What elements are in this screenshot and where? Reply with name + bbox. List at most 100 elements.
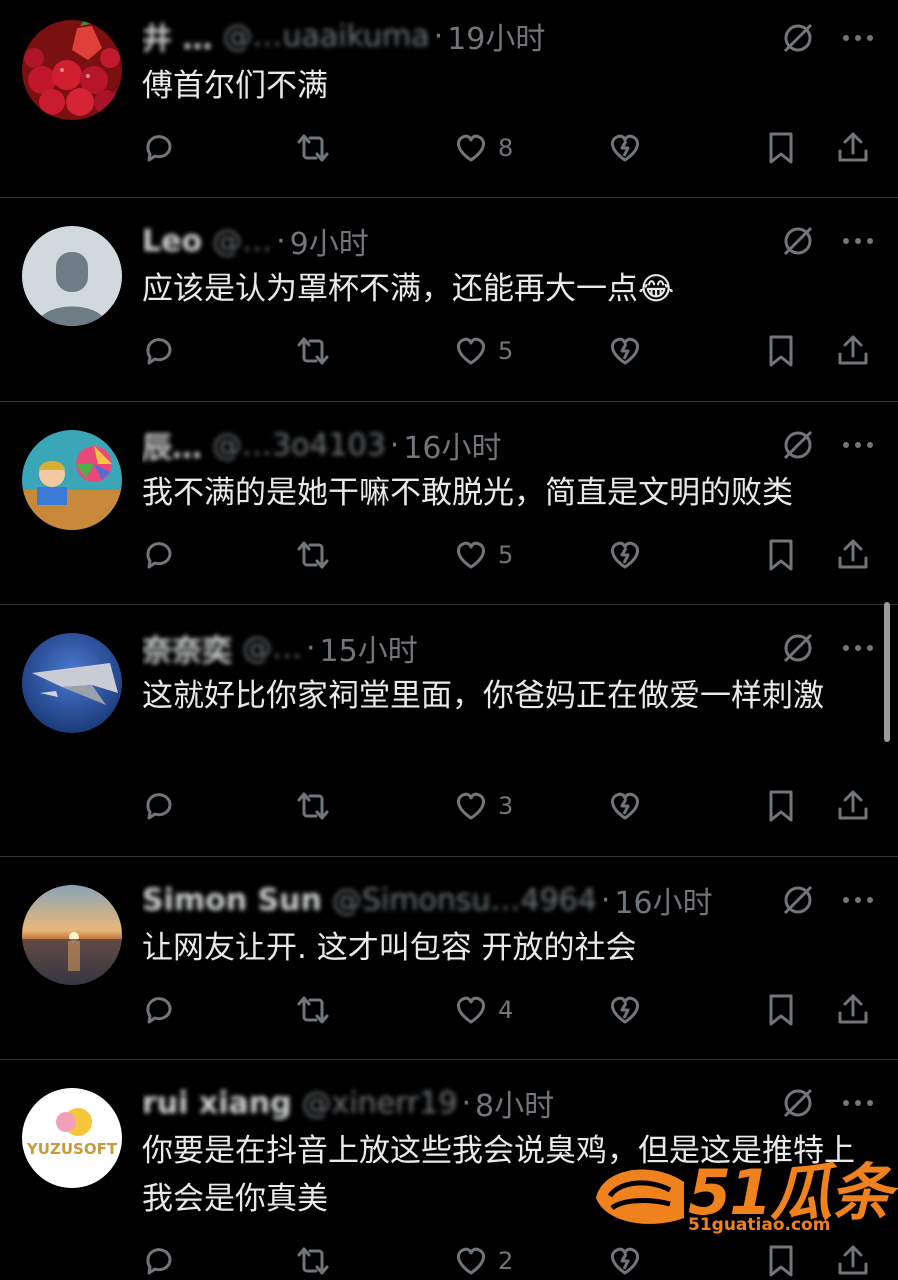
- retweet-button[interactable]: [294, 128, 332, 168]
- like-count: 4: [498, 996, 514, 1024]
- timestamp[interactable]: 16小时: [403, 423, 501, 467]
- like-button[interactable]: 4: [452, 990, 513, 1030]
- bookmark-button[interactable]: [762, 331, 800, 371]
- grok-icon[interactable]: [780, 20, 816, 56]
- avatar[interactable]: [22, 430, 122, 530]
- display-name[interactable]: rui xiang: [142, 1086, 292, 1121]
- more-icon[interactable]: [838, 632, 878, 664]
- like-icon: [457, 1247, 485, 1275]
- display-name[interactable]: 辰…: [142, 423, 202, 467]
- share-button[interactable]: [834, 786, 872, 826]
- dislike-button[interactable]: [606, 535, 644, 575]
- like-button[interactable]: 8: [452, 128, 513, 168]
- bookmark-button[interactable]: [762, 128, 800, 168]
- reply-button[interactable]: [140, 990, 178, 1030]
- share-button[interactable]: [834, 1241, 872, 1280]
- reply-button[interactable]: [140, 1241, 178, 1280]
- bookmark-button[interactable]: [762, 990, 800, 1030]
- avatar[interactable]: [22, 20, 122, 120]
- more-icon[interactable]: [838, 22, 878, 54]
- like-icon: [457, 792, 485, 820]
- reply-button[interactable]: [140, 128, 178, 168]
- dislike-button[interactable]: [606, 331, 644, 371]
- display-name[interactable]: 奈奈奕: [142, 626, 232, 670]
- retweet-button[interactable]: [294, 535, 332, 575]
- timestamp[interactable]: 15小时: [320, 626, 418, 670]
- reply-icon: [146, 135, 172, 162]
- avatar[interactable]: [22, 633, 122, 733]
- display-name[interactable]: Leo: [142, 224, 202, 259]
- user-handle[interactable]: @…3o4103: [212, 428, 386, 463]
- tweet[interactable]: 井 … @…uaaikuma · 19小时 傅首尔们不满 8: [0, 0, 898, 198]
- user-handle[interactable]: @Simonsu…4964: [332, 883, 597, 918]
- dislike-button[interactable]: [606, 1241, 644, 1280]
- more-icon[interactable]: [838, 884, 878, 916]
- share-button[interactable]: [834, 128, 872, 168]
- grok-icon[interactable]: [780, 1085, 816, 1121]
- tweet-text: 这就好比你家祠堂里面，你爸妈正在做爱一样刺激: [142, 678, 824, 714]
- reply-icon: [146, 542, 172, 569]
- avatar[interactable]: YUZUSOFT: [22, 1088, 122, 1188]
- bookmark-button[interactable]: [762, 535, 800, 575]
- action-bar: 2: [140, 1241, 880, 1280]
- grok-icon[interactable]: [780, 223, 816, 259]
- dislike-icon: [611, 1247, 639, 1275]
- tweet[interactable]: Leo @… · 9小时 应该是认为罩杯不满，还能再大一点😂 5: [0, 199, 898, 402]
- dislike-button[interactable]: [606, 786, 644, 826]
- user-handle[interactable]: @xinerr19: [302, 1086, 458, 1121]
- reply-icon: [146, 997, 172, 1024]
- grok-icon[interactable]: [780, 630, 816, 666]
- bookmark-icon: [769, 132, 793, 164]
- like-count: 3: [498, 792, 514, 820]
- timestamp[interactable]: 9小时: [290, 219, 369, 263]
- user-handle[interactable]: @…: [212, 224, 272, 259]
- retweet-icon: [297, 1247, 329, 1275]
- like-button[interactable]: 3: [452, 786, 513, 826]
- like-button[interactable]: 5: [452, 331, 513, 371]
- tweet-header: 辰… @…3o4103 · 16小时: [142, 423, 762, 467]
- tweet[interactable]: 辰… @…3o4103 · 16小时 我不满的是她干嘛不敢脱光，简直是文明的败类…: [0, 403, 898, 605]
- more-icon[interactable]: [838, 1087, 878, 1119]
- bookmark-button[interactable]: [762, 1241, 800, 1280]
- share-button[interactable]: [834, 535, 872, 575]
- like-button[interactable]: 5: [452, 535, 513, 575]
- tweet[interactable]: 奈奈奕 @… · 15小时 这就好比你家祠堂里面，你爸妈正在做爱一样刺激 3: [0, 606, 898, 857]
- grok-icon[interactable]: [780, 882, 816, 918]
- scrollbar[interactable]: [884, 602, 890, 742]
- reply-icon: [146, 338, 172, 365]
- avatar[interactable]: [22, 226, 122, 326]
- timestamp[interactable]: 8小时: [475, 1081, 554, 1125]
- grok-icon[interactable]: [780, 427, 816, 463]
- separator-dot: ·: [600, 882, 611, 918]
- more-icon[interactable]: [838, 225, 878, 257]
- share-button[interactable]: [834, 990, 872, 1030]
- dislike-button[interactable]: [606, 128, 644, 168]
- reply-button[interactable]: [140, 331, 178, 371]
- avatar[interactable]: [22, 885, 122, 985]
- reply-button[interactable]: [140, 786, 178, 826]
- more-icon[interactable]: [838, 429, 878, 461]
- cartoon-avatar-image: [22, 430, 122, 530]
- share-button[interactable]: [834, 331, 872, 371]
- retweet-button[interactable]: [294, 990, 332, 1030]
- like-button[interactable]: 2: [452, 1241, 513, 1280]
- retweet-button[interactable]: [294, 1241, 332, 1280]
- reply-button[interactable]: [140, 535, 178, 575]
- bookmark-button[interactable]: [762, 786, 800, 826]
- display-name[interactable]: 井 …: [142, 14, 212, 58]
- retweet-button[interactable]: [294, 786, 332, 826]
- user-handle[interactable]: @…: [242, 631, 302, 666]
- user-handle[interactable]: @…uaaikuma: [222, 19, 429, 54]
- retweet-icon: [297, 792, 329, 820]
- retweet-icon: [297, 996, 329, 1024]
- dislike-icon: [611, 134, 639, 162]
- retweet-button[interactable]: [294, 331, 332, 371]
- timestamp[interactable]: 16小时: [614, 878, 712, 922]
- tweet-header: 奈奈奕 @… · 15小时: [142, 626, 762, 670]
- display-name[interactable]: Simon Sun: [142, 883, 322, 918]
- tweet[interactable]: Simon Sun @Simonsu…4964 · 16小时 让网友让开. 这才…: [0, 858, 898, 1060]
- timestamp[interactable]: 19小时: [447, 14, 545, 58]
- sunset-avatar-image: [22, 885, 122, 985]
- dislike-button[interactable]: [606, 990, 644, 1030]
- strawberry-avatar-image: [22, 20, 122, 120]
